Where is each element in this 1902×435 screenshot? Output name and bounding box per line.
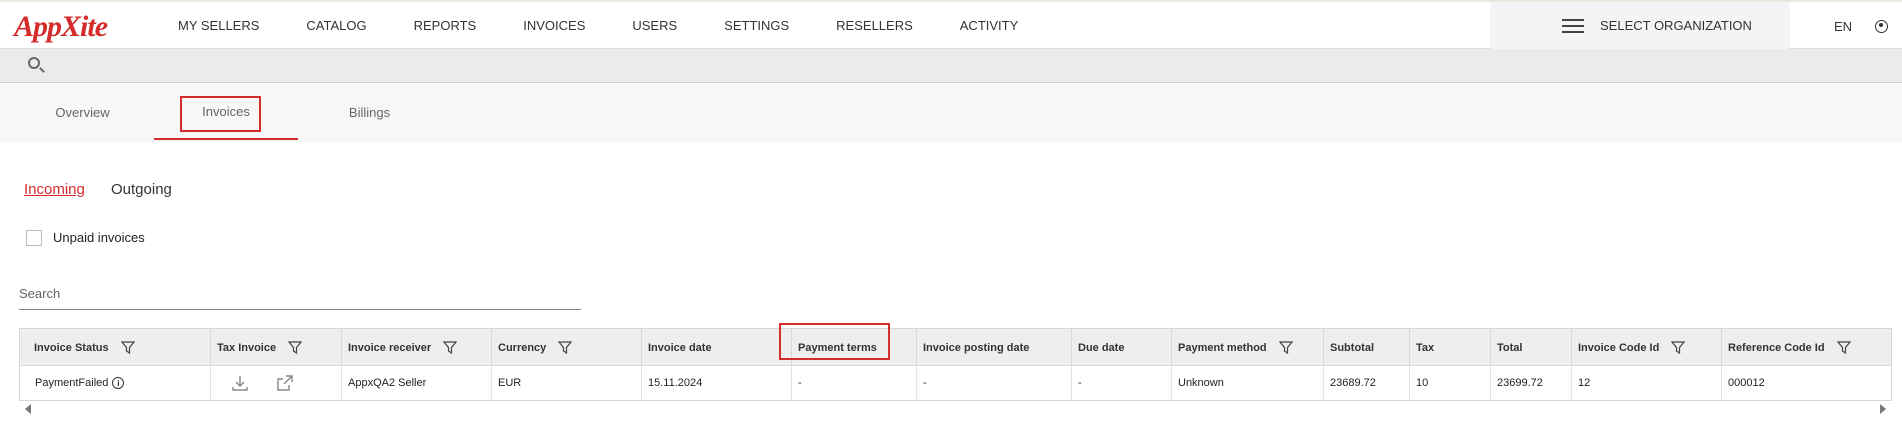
nav-settings[interactable]: SETTINGS	[724, 18, 789, 33]
column-currency[interactable]: Currency	[492, 329, 642, 366]
cell-payment-terms: -	[792, 366, 917, 400]
column-payment-method[interactable]: Payment method	[1172, 329, 1324, 366]
scroll-right-icon[interactable]	[1880, 404, 1886, 414]
filter-icon[interactable]	[558, 341, 573, 354]
cell-invoice-status: PaymentFailed i	[20, 366, 211, 400]
column-tax[interactable]: Tax	[1410, 329, 1491, 366]
nav-resellers[interactable]: RESELLERS	[836, 18, 913, 33]
column-total[interactable]: Total	[1491, 329, 1572, 366]
filter-icon[interactable]	[443, 341, 458, 354]
cell-reference-code-id: 000012	[1728, 377, 1765, 389]
main-nav: MY SELLERS CATALOG REPORTS INVOICES USER…	[178, 2, 1065, 49]
table-horizontal-scrollbar[interactable]	[19, 403, 1892, 415]
filter-icon[interactable]	[288, 341, 303, 354]
appxite-logo[interactable]: AppXite	[14, 10, 108, 44]
column-invoice-code-id[interactable]: Invoice Code Id	[1572, 329, 1722, 366]
cell-invoice-receiver: AppxQA2 Seller	[342, 366, 492, 400]
scroll-left-icon[interactable]	[25, 404, 31, 414]
cell-subtotal: 23689.72	[1324, 366, 1410, 400]
column-subtotal[interactable]: Subtotal	[1324, 329, 1410, 366]
highlight-box-invoices-tab	[180, 96, 261, 132]
filter-icon[interactable]	[1836, 341, 1851, 354]
global-search-bar	[0, 49, 1902, 83]
unpaid-invoices-label: Unpaid invoices	[53, 230, 145, 245]
select-organization-label: SELECT ORGANIZATION	[1600, 18, 1752, 33]
column-reference-code-id[interactable]: Reference Code Id	[1722, 329, 1893, 366]
open-external-icon[interactable]	[276, 374, 294, 392]
column-invoice-date[interactable]: Invoice date	[642, 329, 792, 366]
cell-invoice-date: 15.11.2024	[642, 366, 792, 400]
cell-currency: EUR	[492, 366, 642, 400]
cell-tax-invoice	[211, 366, 342, 400]
filter-icon[interactable]	[120, 341, 135, 354]
section-tabs: Overview Invoices Billings	[0, 84, 1902, 142]
highlight-box-payment-terms	[779, 323, 890, 360]
nav-my-sellers[interactable]: MY SELLERS	[178, 18, 259, 33]
filter-icon[interactable]	[1671, 341, 1686, 354]
cell-tax: 10	[1410, 366, 1491, 400]
info-icon[interactable]: i	[112, 377, 125, 389]
column-due-date[interactable]: Due date	[1072, 329, 1172, 366]
filter-icon[interactable]	[1278, 341, 1293, 354]
table-row[interactable]: PaymentFailed i AppxQA2 Seller EUR 15.11…	[19, 366, 1892, 401]
cell-posting-date: -	[917, 366, 1072, 400]
language-selector[interactable]: EN	[1834, 19, 1852, 34]
column-tax-invoice[interactable]: Tax Invoice	[211, 329, 342, 366]
nav-invoices[interactable]: INVOICES	[523, 18, 585, 33]
column-invoice-status[interactable]: Invoice Status	[20, 329, 211, 366]
download-icon[interactable]	[231, 374, 249, 392]
user-account-icon[interactable]	[1875, 20, 1888, 33]
cell-payment-method: Unknown	[1172, 366, 1324, 400]
subtab-outgoing[interactable]: Outgoing	[111, 181, 172, 198]
cell-due-date: -	[1072, 366, 1172, 400]
column-invoice-receiver[interactable]: Invoice receiver	[342, 329, 492, 366]
unpaid-invoices-checkbox[interactable]	[26, 230, 42, 246]
tab-overview[interactable]: Overview	[10, 84, 155, 140]
hamburger-icon	[1562, 15, 1584, 37]
nav-catalog[interactable]: CATALOG	[306, 18, 366, 33]
table-header: Invoice Status Tax Invoice Invoice recei…	[19, 328, 1892, 366]
nav-users[interactable]: USERS	[632, 18, 677, 33]
select-organization-button[interactable]: SELECT ORGANIZATION	[1490, 2, 1790, 49]
nav-activity[interactable]: ACTIVITY	[960, 18, 1019, 33]
invoice-search-input[interactable]: Search	[19, 283, 581, 310]
search-icon[interactable]	[28, 57, 40, 69]
cell-total: 23699.72	[1491, 366, 1572, 400]
tab-billings[interactable]: Billings	[298, 84, 441, 140]
cell-invoice-code-id: 12	[1572, 366, 1722, 400]
top-navigation-bar: AppXite MY SELLERS CATALOG REPORTS INVOI…	[0, 0, 1902, 49]
subtab-incoming[interactable]: Incoming	[24, 181, 85, 198]
nav-reports[interactable]: REPORTS	[414, 18, 477, 33]
column-invoice-posting-date[interactable]: Invoice posting date	[917, 329, 1072, 366]
